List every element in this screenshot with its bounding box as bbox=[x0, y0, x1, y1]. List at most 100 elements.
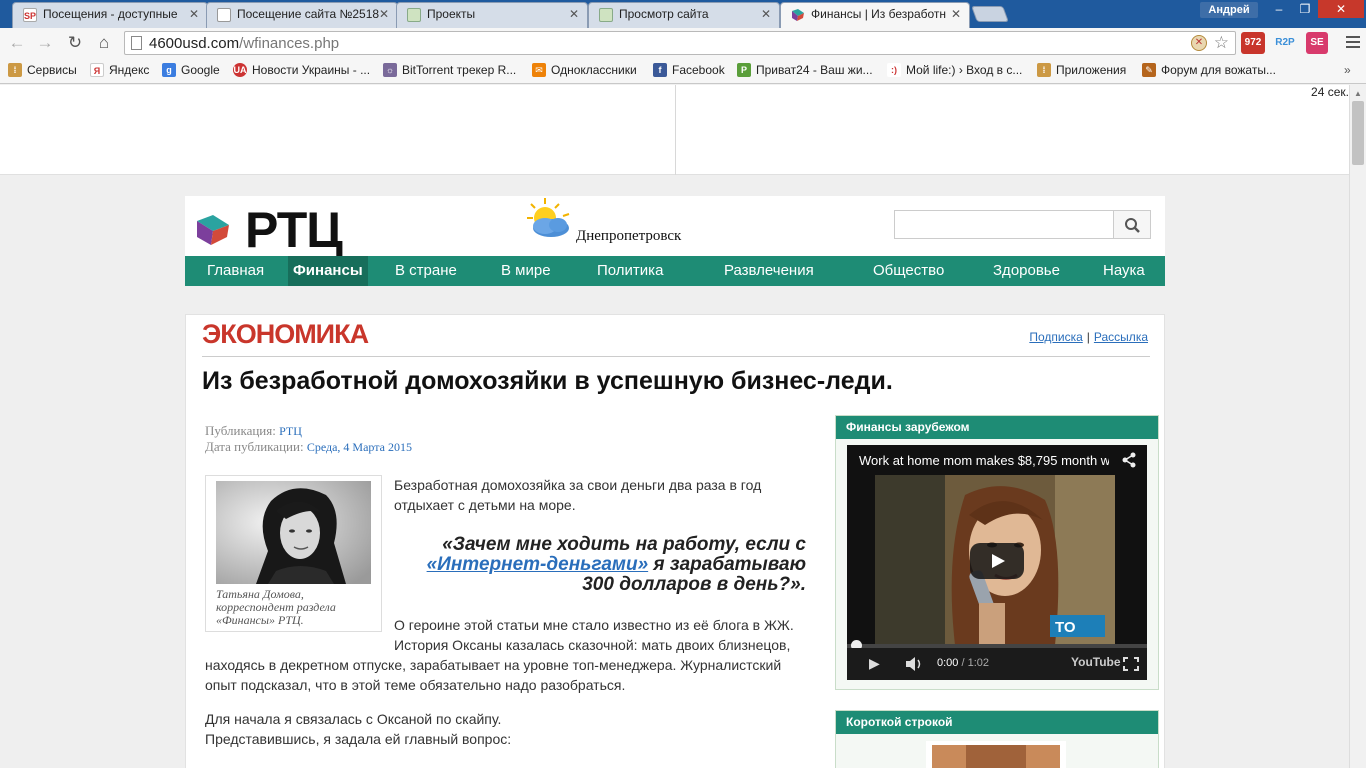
tab-close-icon[interactable]: ✕ bbox=[189, 7, 199, 21]
nav-health[interactable]: Здоровье bbox=[993, 256, 1060, 286]
publisher-link[interactable]: РТЦ bbox=[279, 424, 302, 438]
video-time: 0:00 / 1:02 bbox=[937, 657, 990, 669]
tab-site-view[interactable]: Просмотр сайта ✕ bbox=[588, 2, 780, 28]
site-logo-text[interactable]: РТЦ bbox=[245, 202, 343, 258]
fullscreen-icon[interactable] bbox=[1123, 657, 1139, 671]
tab-title: Посещения - доступные bbox=[43, 7, 178, 21]
apps-icon: ⁞ bbox=[8, 63, 22, 77]
rtc-logo-icon[interactable] bbox=[195, 213, 231, 247]
internet-money-link[interactable]: «Интернет-деньгами» bbox=[427, 554, 649, 575]
date-link[interactable]: Среда, 4 Марта 2015 bbox=[307, 440, 412, 454]
article-paragraph: находясь в декретном отпуске, зарабатыва… bbox=[205, 657, 782, 693]
google-icon: g bbox=[162, 63, 176, 77]
nav-main[interactable]: Главная bbox=[207, 256, 264, 286]
se-extension-icon[interactable]: SE bbox=[1306, 32, 1328, 54]
play-icon[interactable]: ▶ bbox=[869, 655, 880, 672]
url-host: 4600usd.com bbox=[149, 35, 240, 52]
bookmark-services[interactable]: ⁞ Сервисы bbox=[8, 63, 77, 77]
author-photo-box: Татьяна Домова, корреспондент раздела «Ф… bbox=[205, 475, 382, 632]
back-button[interactable]: ← bbox=[6, 33, 28, 53]
reload-button[interactable]: ↻ bbox=[64, 33, 86, 53]
tab-close-icon[interactable]: ✕ bbox=[761, 7, 771, 21]
forum-icon: ✎ bbox=[1142, 63, 1156, 77]
close-window-button[interactable]: ✕ bbox=[1318, 0, 1364, 18]
privat-icon: P bbox=[737, 63, 751, 77]
tab-site-visit[interactable]: Посещение сайта №2518 ✕ bbox=[206, 2, 398, 28]
article-paragraph: Для начала я связалась с Оксаной по скай… bbox=[205, 711, 502, 727]
address-bar[interactable]: 4600usd.com/wfinances.php ✕ ☆ bbox=[124, 31, 1236, 55]
section-divider bbox=[202, 356, 1150, 357]
bookmarks-bar: ⁞ Сервисы Я Яндекс g Google UA Новости Украи… bbox=[0, 58, 1366, 84]
page-icon bbox=[131, 36, 142, 50]
site-search-input[interactable] bbox=[894, 210, 1114, 239]
subscribe-link[interactable]: Подписка bbox=[1029, 330, 1082, 344]
article-paragraph: О героине этой статьи мне стало известно… bbox=[394, 617, 794, 653]
article-title: Из безработной домохозяйки в успешную би… bbox=[202, 367, 893, 395]
tab-finances[interactable]: Финансы | Из безработн ✕ bbox=[780, 2, 970, 28]
bookmark-privat24[interactable]: P Приват24 - Ваш жи... bbox=[737, 63, 873, 77]
tab-close-icon[interactable]: ✕ bbox=[951, 7, 961, 21]
bookmark-forum[interactable]: ✎ Форум для вожаты... bbox=[1142, 63, 1276, 77]
home-button[interactable]: ⌂ bbox=[93, 33, 115, 53]
weather-city: Днепропетровск bbox=[576, 228, 682, 244]
sidebar-heading: Финансы зарубежом bbox=[836, 416, 1158, 439]
share-icon[interactable] bbox=[1121, 452, 1137, 468]
news-icon: UA bbox=[233, 63, 247, 77]
ok-icon: ✉ bbox=[532, 63, 546, 77]
bookmark-apps[interactable]: ⁞ Приложения bbox=[1037, 63, 1126, 77]
nav-politics[interactable]: Политика bbox=[597, 256, 663, 286]
tab-visits[interactable]: SP Посещения - доступные ✕ bbox=[12, 2, 208, 28]
video-controls: ▶ 0:00 / 1:02 YouTube bbox=[847, 648, 1147, 680]
bookmark-odnoklassniki[interactable]: ✉ Одноклассники bbox=[532, 63, 637, 77]
bookmark-bittorrent[interactable]: ☼ BitTorrent трекер R... bbox=[383, 63, 516, 77]
nav-science[interactable]: Наука bbox=[1103, 256, 1145, 286]
browser-menu-icon[interactable] bbox=[1346, 36, 1360, 51]
top-ad-banner: 24 сек. bbox=[0, 85, 1349, 175]
cookie-extension-icon[interactable]: ✕ bbox=[1191, 35, 1207, 51]
scroll-up-arrow-icon[interactable]: ▲ bbox=[1354, 89, 1362, 98]
youtube-logo-icon[interactable]: YouTube bbox=[1071, 655, 1121, 669]
volume-icon[interactable] bbox=[905, 657, 925, 671]
article-meta: Публикация: РТЦ Дата публикации: Среда, … bbox=[205, 423, 412, 454]
sidebar-heading: Короткой строкой bbox=[836, 711, 1158, 734]
bookmark-google[interactable]: g Google bbox=[162, 63, 220, 77]
nav-entertainment[interactable]: Развлечения bbox=[724, 256, 814, 286]
facebook-icon: f bbox=[653, 63, 667, 77]
weather-cloud-sun-icon bbox=[527, 198, 570, 237]
youtube-video-player[interactable]: TO Work at home mom makes $8,795 month w… bbox=[847, 445, 1147, 680]
maximize-button[interactable]: ❐ bbox=[1292, 0, 1318, 18]
tab-close-icon[interactable]: ✕ bbox=[569, 7, 579, 21]
bookmark-facebook[interactable]: f Facebook bbox=[653, 63, 725, 77]
nav-world[interactable]: В мире bbox=[501, 256, 551, 286]
bookmark-life[interactable]: :) Мой life:) › Вход в с... bbox=[887, 63, 1022, 77]
mail-extension-icon[interactable]: 972 bbox=[1241, 32, 1265, 54]
projects-favicon-icon bbox=[407, 8, 421, 22]
profile-button[interactable]: Андрей bbox=[1200, 2, 1258, 18]
life-icon: :) bbox=[887, 63, 901, 77]
bookmark-star-icon[interactable]: ☆ bbox=[1214, 33, 1229, 53]
author-photo bbox=[216, 481, 371, 584]
new-tab-button[interactable] bbox=[971, 6, 1009, 22]
mailing-link[interactable]: Рассылка bbox=[1094, 330, 1148, 344]
tab-title: Просмотр сайта bbox=[619, 7, 709, 21]
bookmark-news-ukraine[interactable]: UA Новости Украины - ... bbox=[233, 63, 370, 77]
site-view-favicon-icon bbox=[599, 8, 613, 22]
play-button-icon[interactable] bbox=[970, 543, 1024, 579]
nav-society[interactable]: Общество bbox=[873, 256, 944, 286]
tab-projects[interactable]: Проекты ✕ bbox=[396, 2, 588, 28]
site-search-button[interactable] bbox=[1114, 210, 1151, 239]
minimize-button[interactable]: ‒ bbox=[1266, 0, 1292, 18]
page-scrollbar[interactable]: ▲ bbox=[1349, 85, 1366, 768]
more-bookmarks-button[interactable]: » bbox=[1344, 63, 1351, 77]
scroll-thumb[interactable] bbox=[1352, 101, 1364, 165]
sidebar-finances-abroad: Финансы зарубежом TO Work at home mom ma… bbox=[835, 415, 1159, 690]
nav-finances[interactable]: Финансы bbox=[288, 256, 368, 286]
r2p-extension-icon[interactable]: R2P bbox=[1273, 32, 1297, 54]
torrent-icon: ☼ bbox=[383, 63, 397, 77]
nav-country[interactable]: В стране bbox=[395, 256, 457, 286]
short-news-thumbnail[interactable] bbox=[926, 741, 1066, 768]
forward-button[interactable]: → bbox=[34, 33, 56, 53]
tab-close-icon[interactable]: ✕ bbox=[379, 7, 389, 21]
bookmark-yandex[interactable]: Я Яндекс bbox=[90, 63, 149, 77]
video-title[interactable]: Work at home mom makes $8,795 month w bbox=[859, 453, 1109, 468]
